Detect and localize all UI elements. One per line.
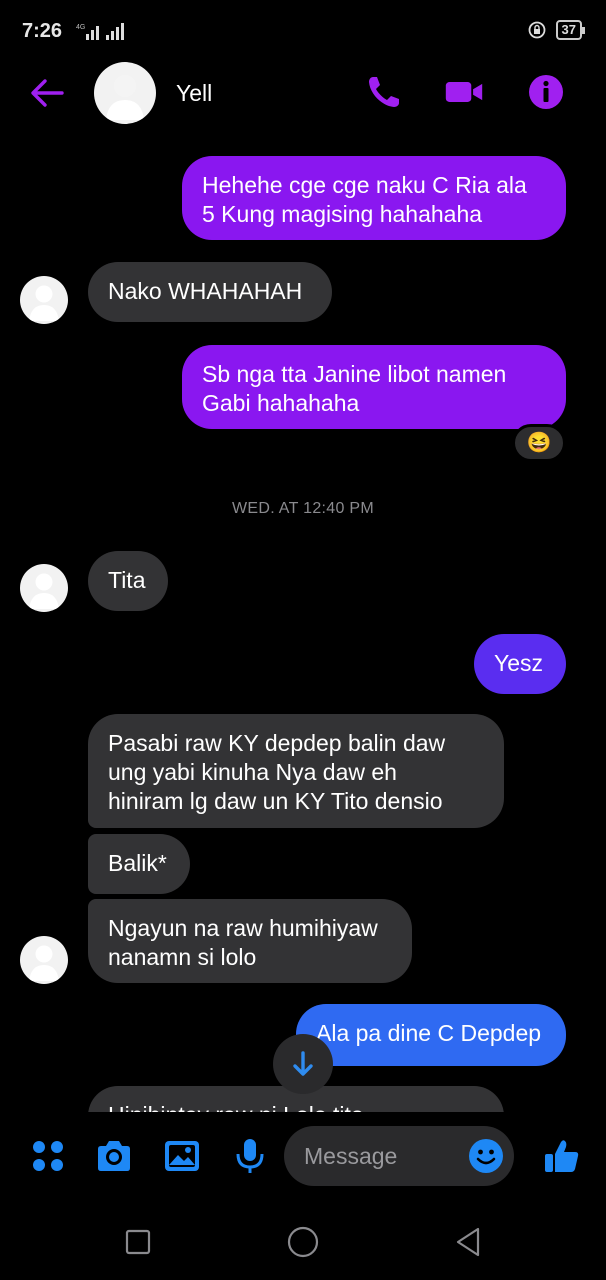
message-text: Balik* (108, 850, 167, 876)
message-bubble-outgoing[interactable]: Hehehe cge cge naku C Ria ala 5 Kung mag… (182, 156, 566, 240)
message-bubble-incoming[interactable]: Pasabi raw KY depdep balin daw ung yabi … (88, 714, 504, 828)
message-bubble-incoming[interactable]: Ngayun na raw humihiyaw nanamn si lolo (88, 899, 412, 983)
message-text: Yesz (494, 650, 544, 676)
video-camera-icon[interactable] (444, 72, 484, 112)
home-circle-icon[interactable] (283, 1222, 323, 1262)
avatar[interactable] (94, 62, 156, 124)
timestamp-divider: WED. AT 12:40 PM (231, 500, 375, 517)
microphone-icon[interactable] (230, 1136, 270, 1176)
message-line: Sb nga tta Janine libot namen (202, 361, 507, 387)
thumbs-up-icon[interactable] (542, 1136, 582, 1176)
default-avatar-icon (29, 573, 59, 609)
conversation-header: Yell (0, 60, 606, 126)
message-bubble-incoming[interactable]: Nako WHAHAHAH (88, 262, 332, 322)
message-line: ung yabi kinuha Nya daw eh (108, 759, 397, 785)
phone-icon[interactable] (364, 72, 404, 112)
default-avatar-icon (106, 75, 144, 120)
message-composer (0, 1112, 606, 1202)
message-bubble-outgoing[interactable]: Sb nga tta Janine libot namen Gabi hahah… (182, 345, 566, 429)
default-avatar-icon (29, 945, 59, 981)
lock-rotation-icon (528, 21, 545, 39)
camera-icon[interactable] (94, 1136, 134, 1176)
message-line: nanamn si lolo (108, 944, 257, 970)
battery-indicator: 37 (555, 20, 586, 40)
message-field[interactable] (284, 1126, 514, 1186)
message-line: Hehehe cge cge naku C Ria ala (202, 172, 527, 198)
message-bubble-incoming[interactable]: Tita (88, 551, 168, 611)
recents-square-icon[interactable] (118, 1222, 158, 1262)
back-arrow-icon[interactable] (28, 74, 66, 112)
message-text: Tita (108, 567, 146, 593)
emoji-icon[interactable] (468, 1138, 504, 1174)
message-bubble-outgoing[interactable]: Ala pa dine C Depdep (296, 1004, 566, 1066)
message-line: 5 Kung magising hahahaha (202, 201, 483, 227)
status-bar: 7:26 4G 37 (0, 0, 606, 60)
message-line: hiniram lg daw un KY Tito densio (108, 788, 443, 814)
message-line: Ngayun na raw humihiyaw (108, 915, 378, 941)
status-right: 37 (528, 20, 586, 40)
contact-avatar[interactable] (20, 276, 68, 324)
message-line: Pasabi raw KY depdep balin daw (108, 730, 446, 756)
message-input[interactable] (304, 1140, 464, 1172)
arrow-down-icon (293, 1051, 313, 1076)
apps-grid-icon[interactable] (28, 1136, 68, 1176)
gallery-icon[interactable] (162, 1136, 202, 1176)
scroll-to-bottom-button[interactable] (273, 1034, 333, 1094)
contact-name[interactable]: Yell (176, 80, 212, 107)
network-label: 4G (76, 24, 85, 31)
message-text: Hinihintay raw ni Lolo tito (108, 1101, 484, 1112)
back-triangle-icon[interactable] (448, 1222, 488, 1262)
reaction-badge[interactable]: 😆 (512, 424, 566, 462)
system-nav-bar (0, 1202, 606, 1280)
signal-icon: 4G (76, 23, 124, 40)
status-time: 7:26 (22, 20, 63, 42)
message-bubble-outgoing[interactable]: Yesz (474, 634, 566, 694)
contact-avatar[interactable] (20, 564, 68, 612)
message-line: Gabi hahahaha (202, 390, 360, 416)
message-text: Ala pa dine C Depdep (316, 1020, 542, 1046)
message-text: Nako WHAHAHAH (108, 278, 303, 304)
info-icon[interactable] (526, 72, 566, 112)
contact-avatar[interactable] (20, 936, 68, 984)
default-avatar-icon (29, 285, 59, 321)
message-bubble-incoming[interactable]: Balik* (88, 834, 190, 894)
